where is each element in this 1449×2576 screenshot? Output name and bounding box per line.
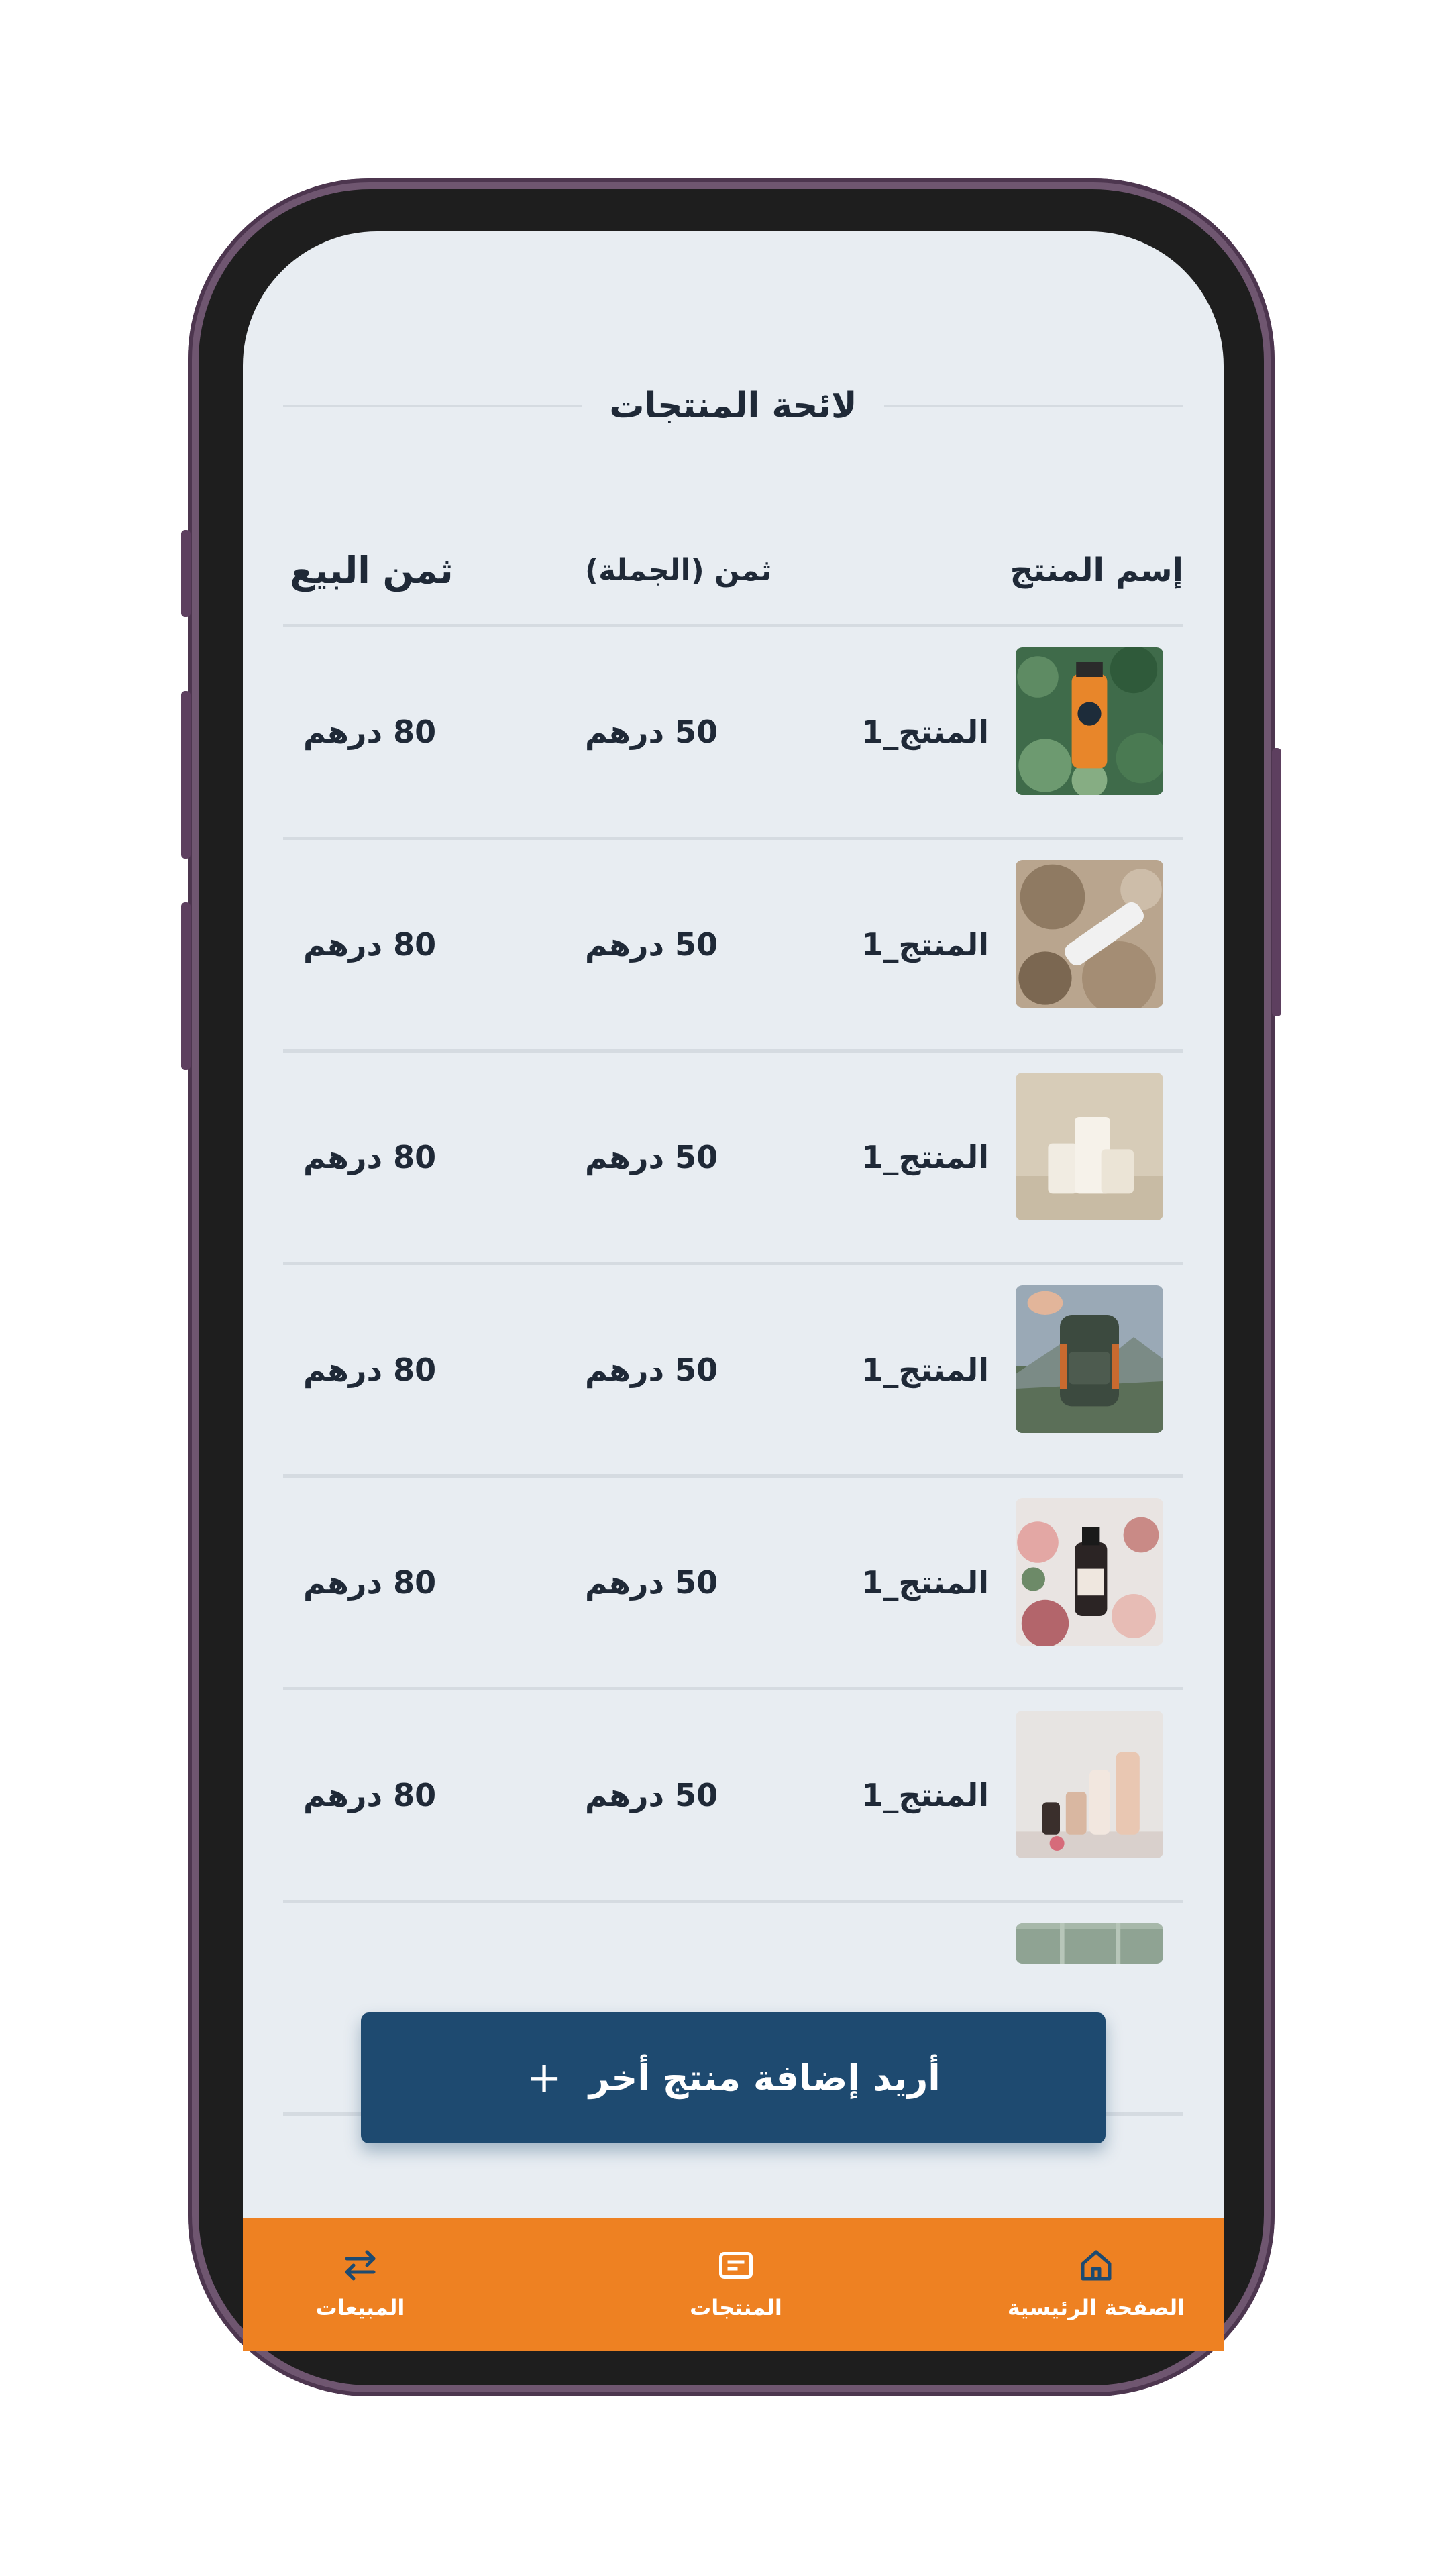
product-image xyxy=(1016,1073,1163,1220)
product-name: المنتج_1 xyxy=(861,1352,989,1388)
wholesale-price: 50 درهم xyxy=(585,1777,718,1813)
product-image xyxy=(1016,1923,1163,1964)
wholesale-price: 50 درهم xyxy=(585,926,718,963)
add-product-button[interactable]: أريد إضافة منتج أخر + xyxy=(361,2012,1106,2143)
sale-price: 80 درهم xyxy=(303,926,437,963)
phone-side-button xyxy=(1272,748,1281,1016)
plus-icon: + xyxy=(526,2053,562,2103)
product-image xyxy=(1016,1285,1163,1433)
product-name: المنتج_1 xyxy=(861,1777,989,1813)
bottom-navigation: الصفحة الرئيسية المنتجات المبيعات xyxy=(243,2218,1224,2351)
phone-side-button xyxy=(181,530,191,617)
product-name: المنتج_1 xyxy=(861,1564,989,1601)
sale-price: 80 درهم xyxy=(303,1352,437,1388)
wholesale-price: 50 درهم xyxy=(585,1352,718,1388)
list-icon xyxy=(719,2252,753,2279)
column-header-wholesale: ثمن (الجملة) xyxy=(585,553,772,588)
phone-side-button xyxy=(181,691,191,859)
product-image xyxy=(1016,860,1163,1008)
nav-label-home: الصفحة الرئيسية xyxy=(1007,2295,1185,2320)
home-icon xyxy=(1081,2250,1112,2281)
app-screen: لائحة المنتجات إسم المنتج ثمن (الجملة) ث… xyxy=(243,231,1224,2351)
wholesale-price: 50 درهم xyxy=(585,1564,718,1601)
column-header-sale: ثمن البيع xyxy=(290,549,453,592)
swap-arrows-icon xyxy=(345,2250,376,2281)
product-name: المنتج_1 xyxy=(861,1139,989,1175)
sale-price: 80 درهم xyxy=(303,1139,437,1175)
product-image xyxy=(1016,647,1163,795)
divider xyxy=(883,405,1183,407)
nav-item-home[interactable]: الصفحة الرئيسية xyxy=(982,2245,1210,2320)
nav-item-sales[interactable]: المبيعات xyxy=(246,2245,474,2320)
add-button-label: أريد إضافة منتج أخر xyxy=(588,2057,941,2099)
product-row[interactable]: المنتج_1 50 درهم 80 درهم xyxy=(283,1690,1183,1903)
product-image xyxy=(1016,1711,1163,1858)
product-row[interactable]: المنتج_1 50 درهم 80 درهم xyxy=(283,1053,1183,1265)
sale-price: 80 درهم xyxy=(303,1777,437,1813)
product-row[interactable]: المنتج_1 50 درهم 80 درهم xyxy=(283,840,1183,1053)
product-image xyxy=(1016,1498,1163,1646)
product-name: المنتج_1 xyxy=(861,926,989,963)
nav-label-products: المنتجات xyxy=(690,2295,782,2320)
product-list[interactable]: المنتج_1 50 درهم 80 درهم المنتج_1 50 دره… xyxy=(283,627,1183,2160)
sale-price: 80 درهم xyxy=(303,714,437,750)
product-row[interactable]: المنتج_1 50 درهم 80 درهم xyxy=(283,1478,1183,1690)
sale-price: 80 درهم xyxy=(303,1564,437,1601)
nav-label-sales: المبيعات xyxy=(315,2295,405,2320)
page-header: لائحة المنتجات xyxy=(283,379,1183,433)
wholesale-price: 50 درهم xyxy=(585,714,718,750)
product-row[interactable]: المنتج_1 50 درهم 80 درهم xyxy=(283,627,1183,840)
product-name: المنتج_1 xyxy=(861,714,989,750)
table-header: إسم المنتج ثمن (الجملة) ثمن البيع xyxy=(283,513,1183,627)
phone-side-button xyxy=(181,902,191,1070)
nav-item-products[interactable]: المنتجات xyxy=(622,2245,850,2320)
page-title: لائحة المنتجات xyxy=(609,386,857,426)
wholesale-price: 50 درهم xyxy=(585,1139,718,1175)
divider xyxy=(283,405,583,407)
product-row[interactable]: المنتج_1 50 درهم 80 درهم xyxy=(283,1265,1183,1478)
column-header-name: إسم المنتج xyxy=(1010,551,1183,589)
